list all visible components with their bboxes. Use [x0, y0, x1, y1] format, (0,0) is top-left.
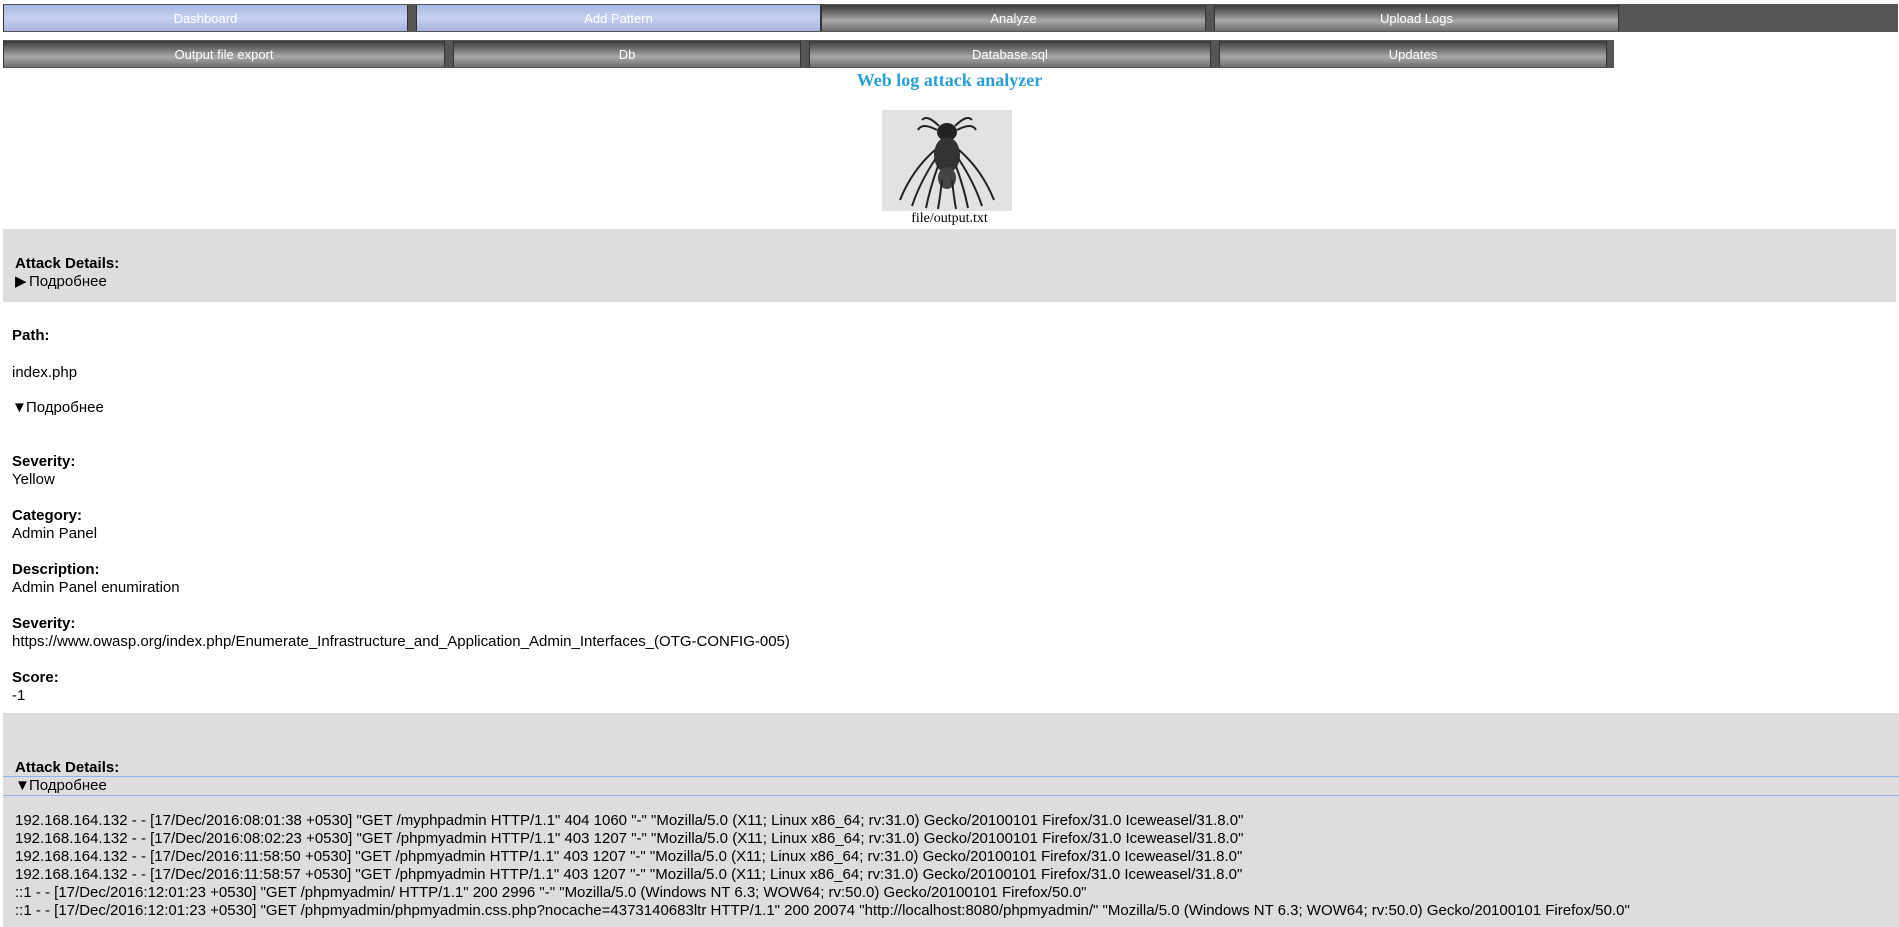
nav-upload-logs-button[interactable]: Upload Logs — [1214, 5, 1619, 31]
path-label: Path: — [12, 327, 50, 344]
nav-dashboard-button[interactable]: Dashboard — [3, 5, 408, 31]
nav-separator — [1206, 4, 1214, 32]
severity-label: Severity: — [12, 453, 76, 470]
nav-separator — [408, 4, 416, 32]
nav-row-1: Dashboard Add Pattern Analyze Upload Log… — [3, 4, 1898, 32]
log-line: 192.168.164.132 - - [17/Dec/2016:08:02:2… — [15, 830, 1244, 847]
log-line: ::1 - - [17/Dec/2016:12:01:23 +0530] "GE… — [15, 884, 1087, 901]
collapsed-triangle-icon: ▶ — [15, 273, 27, 290]
nav-add-pattern-button[interactable]: Add Pattern — [416, 5, 821, 31]
reference-link[interactable]: https://www.owasp.org/index.php/Enumerat… — [12, 633, 790, 650]
details-toggle-label: Подробнее — [26, 399, 104, 416]
spider-logo — [882, 110, 1012, 211]
description-value: Admin Panel enumiration — [12, 579, 180, 596]
log-line: 192.168.164.132 - - [17/Dec/2016:08:01:3… — [15, 812, 1244, 829]
category-value: Admin Panel — [12, 525, 98, 542]
attack-details-panel-2: Attack Details: ▼Подробнее 192.168.164.1… — [3, 713, 1899, 927]
expanded-triangle-icon: ▼ — [12, 399, 27, 416]
details-toggle[interactable]: ▼Подробнее — [15, 777, 107, 794]
nav-db-button[interactable]: Db — [453, 41, 801, 67]
details-toggle-focus — [3, 776, 1899, 796]
nav-output-file-export-button[interactable]: Output file export — [3, 41, 445, 67]
nav-row-2: Output file export Db Database.sql Updat… — [3, 40, 1614, 68]
nav-separator — [1211, 40, 1219, 68]
nav-updates-button[interactable]: Updates — [1219, 41, 1607, 67]
description-label: Description: — [12, 561, 100, 578]
score-value: -1 — [12, 687, 26, 704]
details-toggle-label: Подробнее — [29, 273, 107, 290]
nav-separator — [445, 40, 453, 68]
category-label: Category: — [12, 507, 83, 524]
attack-details-heading: Attack Details: — [15, 255, 120, 272]
log-line: 192.168.164.132 - - [17/Dec/2016:11:58:5… — [15, 848, 1243, 865]
nav-database-sql-button[interactable]: Database.sql — [809, 41, 1211, 67]
severity-value: Yellow — [12, 471, 55, 488]
expanded-triangle-icon: ▼ — [15, 777, 30, 794]
details-toggle[interactable]: ▶ Подробнее — [15, 272, 107, 290]
file-caption: file/output.txt — [911, 211, 988, 226]
nav-analyze-button[interactable]: Analyze — [821, 5, 1206, 31]
page-title: Web log attack analyzer — [856, 70, 1043, 90]
log-line: 192.168.164.132 - - [17/Dec/2016:11:58:5… — [15, 866, 1243, 883]
path-value: index.php — [12, 364, 78, 381]
nav-separator — [801, 40, 809, 68]
details-toggle-label: Подробнее — [29, 777, 107, 794]
reference-label: Severity: — [12, 615, 76, 632]
attack-details-heading: Attack Details: — [15, 759, 120, 776]
details-toggle[interactable]: ▼Подробнее — [12, 399, 104, 416]
score-label: Score: — [12, 669, 59, 686]
attack-details-panel-1: Attack Details: ▶ Подробнее — [3, 229, 1896, 302]
log-line: ::1 - - [17/Dec/2016:12:01:23 +0530] "GE… — [15, 902, 1630, 919]
spider-icon — [882, 110, 1012, 211]
